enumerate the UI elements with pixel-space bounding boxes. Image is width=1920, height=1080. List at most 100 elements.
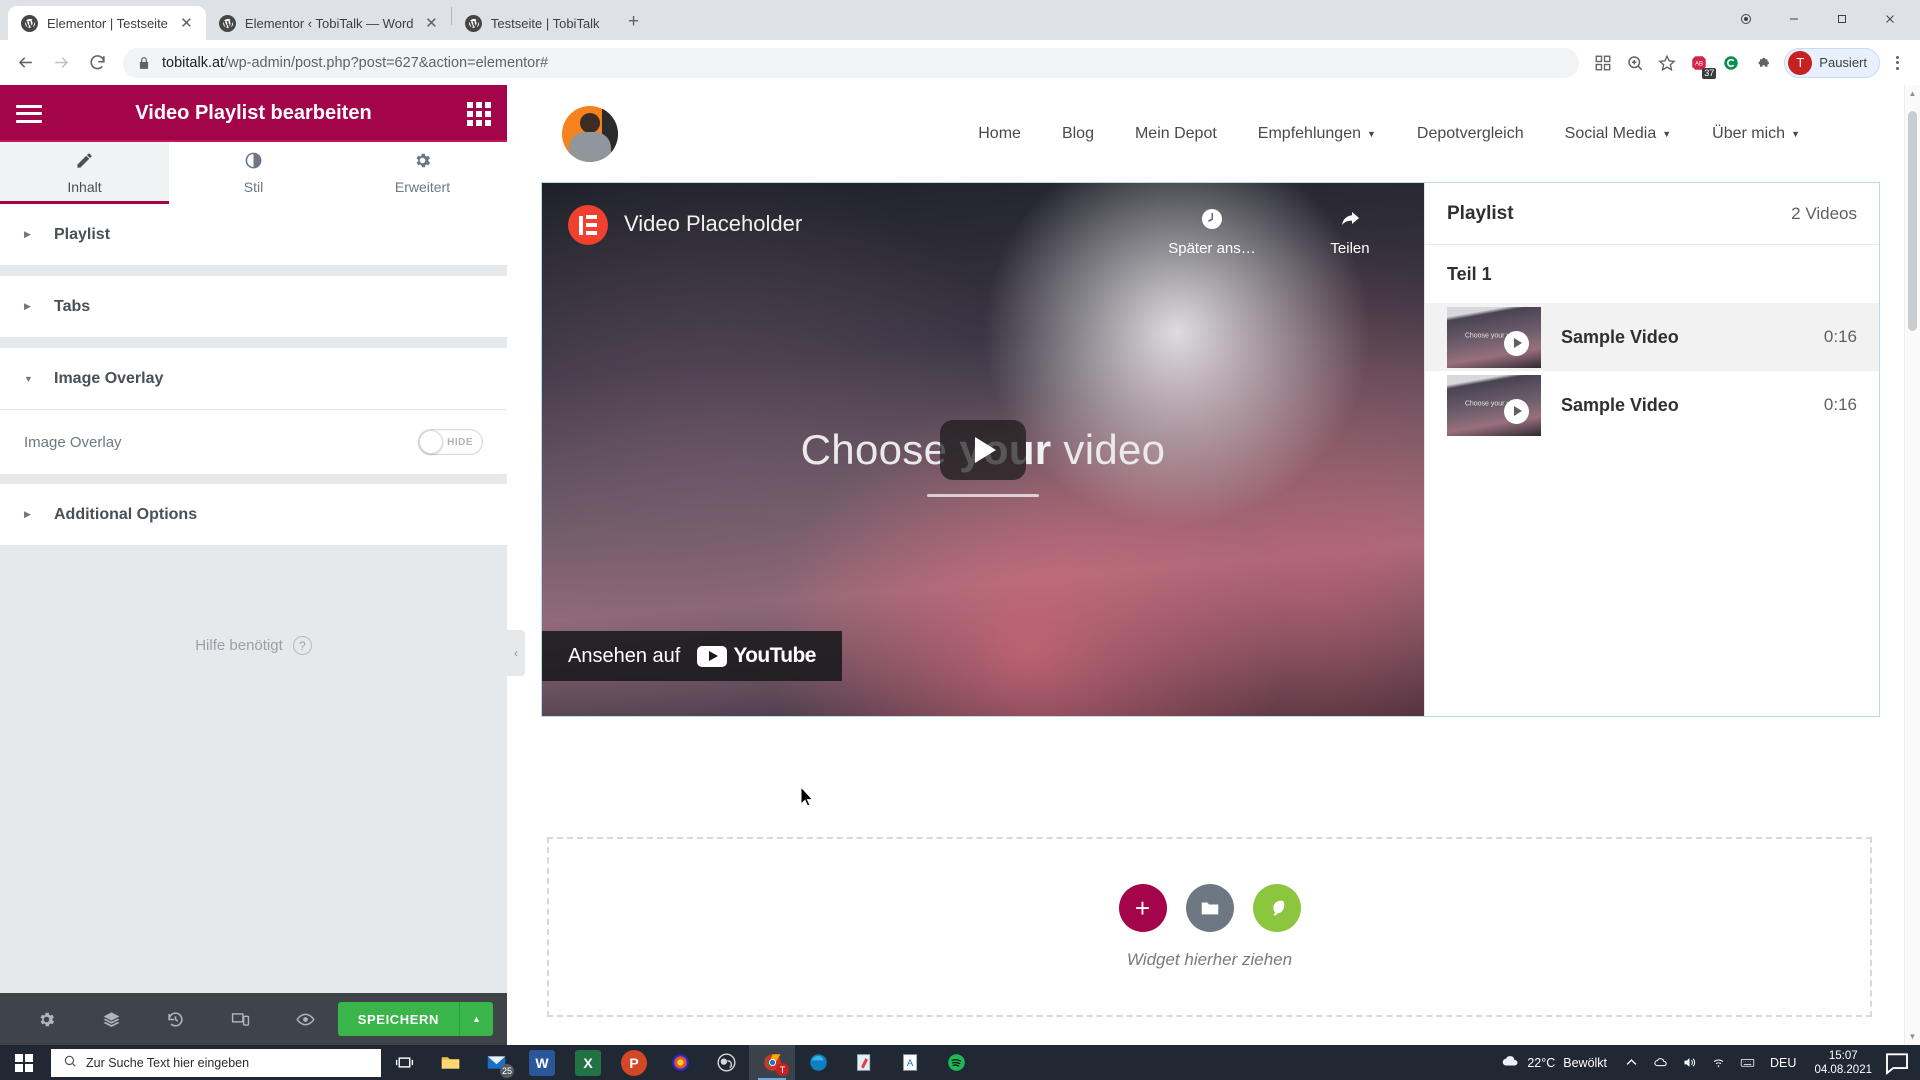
profile-button[interactable]: T Pausiert — [1784, 47, 1880, 78]
address-bar[interactable]: tobitalk.at/wp-admin/post.php?post=627&a… — [123, 47, 1580, 78]
close-window-button[interactable] — [1868, 4, 1912, 34]
taskbar-clock[interactable]: 15:07 04.08.2021 — [1804, 1049, 1882, 1077]
hamburger-menu-icon[interactable] — [16, 104, 42, 123]
onedrive-icon[interactable] — [1646, 1045, 1675, 1080]
video-player[interactable]: Video Placeholder Später ans… Teilen Cho… — [542, 183, 1424, 716]
powerpoint-icon[interactable]: P — [611, 1045, 657, 1080]
chrome-icon[interactable]: T — [749, 1045, 795, 1080]
save-button[interactable]: SPEICHERN — [337, 1002, 459, 1036]
nav-item-home[interactable]: Home — [978, 125, 1021, 143]
playlist-item[interactable]: Choose your video Sample Video 0:16 — [1425, 371, 1879, 439]
watch-on-label: Ansehen auf — [568, 644, 681, 667]
nav-item-mein-depot[interactable]: Mein Depot — [1135, 125, 1217, 143]
chevron-up-icon[interactable] — [1617, 1045, 1646, 1080]
watch-later-button[interactable]: Später ans… — [1164, 207, 1260, 257]
add-section-button[interactable]: + — [1118, 884, 1167, 932]
mouse-cursor — [801, 787, 814, 807]
search-input[interactable]: Zur Suche Text hier eingeben — [51, 1048, 381, 1077]
watch-on-youtube-button[interactable]: Ansehen auf YouTube — [542, 631, 842, 681]
nav-label: Social Media — [1564, 124, 1657, 142]
zoom-search-icon[interactable] — [1620, 48, 1650, 78]
panel-collapse-handle[interactable]: ‹ — [507, 630, 525, 676]
settings-dot-icon[interactable] — [1724, 4, 1768, 34]
play-button-overlay-icon[interactable] — [940, 419, 1026, 480]
tab-inhalt[interactable]: Inhalt — [0, 142, 169, 204]
volume-icon[interactable] — [1675, 1045, 1704, 1080]
keyboard-icon[interactable] — [1733, 1045, 1762, 1080]
page-scrollbar[interactable]: ▲ ▼ — [1904, 85, 1920, 1045]
scroll-up-arrow-icon[interactable]: ▲ — [1905, 89, 1920, 98]
site-logo-avatar[interactable] — [562, 105, 618, 162]
qr-code-icon[interactable] — [1588, 48, 1618, 78]
edge-icon[interactable] — [795, 1045, 841, 1080]
share-button[interactable]: Teilen — [1302, 207, 1398, 257]
new-tab-button[interactable]: + — [619, 7, 649, 37]
browser-tab-title: Elementor ‹ TobiTalk — WordPre — [244, 15, 413, 31]
scrollbar-thumb[interactable] — [1908, 111, 1917, 331]
task-view-icon[interactable] — [381, 1045, 427, 1080]
cloud-icon — [1501, 1052, 1519, 1073]
save-options-caret-icon[interactable]: ▲ — [459, 1002, 493, 1036]
nav-item-ueber-mich[interactable]: Über mich ▼ — [1712, 125, 1800, 143]
excel-icon[interactable]: X — [565, 1045, 611, 1080]
back-button[interactable] — [8, 46, 42, 80]
close-icon[interactable]: ✕ — [177, 14, 196, 33]
section-additional-options[interactable]: ▶ Additional Options — [0, 484, 507, 546]
play-icon — [1504, 398, 1529, 424]
site-preview: Home Blog Mein Depot Empfehlungen ▼ Depot… — [507, 85, 1920, 1045]
maximize-button[interactable] — [1820, 4, 1864, 34]
settings-gear-icon[interactable] — [14, 993, 79, 1045]
widget-dropzone[interactable]: + Widget hierher ziehen — [547, 837, 1872, 1017]
scroll-down-arrow-icon[interactable]: ▼ — [1905, 1032, 1920, 1041]
minimize-button[interactable] — [1772, 4, 1816, 34]
notepad-icon[interactable]: A — [887, 1045, 933, 1080]
widgets-grid-icon[interactable] — [467, 101, 491, 126]
network-icon[interactable] — [1704, 1045, 1733, 1080]
snipping-tool-icon[interactable] — [841, 1045, 887, 1080]
section-image-overlay[interactable]: ▼ Image Overlay — [0, 348, 507, 410]
section-playlist[interactable]: ▶ Playlist — [0, 204, 507, 266]
navigator-layers-icon[interactable] — [79, 993, 144, 1045]
question-mark-icon[interactable]: ? — [292, 636, 312, 655]
nav-item-blog[interactable]: Blog — [1062, 125, 1094, 143]
video-title: Video Placeholder — [624, 211, 803, 236]
bookmark-star-icon[interactable] — [1652, 48, 1682, 78]
nav-item-empfehlungen[interactable]: Empfehlungen ▼ — [1258, 125, 1376, 143]
file-explorer-icon[interactable] — [427, 1045, 473, 1080]
reload-button[interactable] — [80, 46, 114, 80]
tab-stil[interactable]: Stil — [169, 142, 338, 204]
section-tabs[interactable]: ▶ Tabs — [0, 276, 507, 338]
browser-tab-2[interactable]: Elementor ‹ TobiTalk — WordPre ✕ — [206, 6, 451, 40]
pencil-icon — [75, 151, 94, 173]
browser-tab-3[interactable]: Testseite | TobiTalk — [452, 6, 610, 40]
playlist-count: 2 Videos — [1791, 203, 1857, 223]
envato-kit-button[interactable] — [1252, 884, 1301, 932]
notification-icon[interactable] — [1882, 1045, 1912, 1080]
help-row[interactable]: Hilfe benötigt ? — [0, 636, 507, 655]
word-icon[interactable]: W — [519, 1045, 565, 1080]
nav-item-social-media[interactable]: Social Media ▼ — [1565, 125, 1672, 143]
preview-eye-icon[interactable] — [273, 993, 338, 1045]
chrome-menu-icon[interactable] — [1882, 48, 1912, 78]
image-overlay-toggle[interactable]: HIDE — [418, 429, 483, 455]
add-template-button[interactable] — [1185, 884, 1234, 932]
close-icon[interactable]: ✕ — [422, 14, 441, 33]
tab-erweitert[interactable]: Erweitert — [338, 142, 507, 204]
adblock-icon[interactable]: AB 37 — [1684, 48, 1717, 79]
obs-studio-icon[interactable] — [703, 1045, 749, 1080]
forward-button[interactable] — [44, 46, 78, 80]
url-host: tobitalk.at — [162, 54, 225, 71]
language-indicator[interactable]: DEU — [1762, 1056, 1804, 1070]
firefox-icon[interactable] — [657, 1045, 703, 1080]
responsive-mode-icon[interactable] — [208, 993, 273, 1045]
browser-tab-1[interactable]: Elementor | Testseite ✕ — [8, 6, 206, 40]
windows-start-icon[interactable] — [0, 1045, 47, 1080]
extensions-puzzle-icon[interactable] — [1748, 48, 1778, 78]
weather-widget[interactable]: 22°C Bewölkt — [1491, 1052, 1617, 1073]
nav-item-depotvergleich[interactable]: Depotvergleich — [1417, 125, 1524, 143]
mail-icon[interactable]: 25 — [473, 1045, 519, 1080]
spotify-icon[interactable] — [933, 1045, 979, 1080]
cookie-consent-icon[interactable] — [1716, 48, 1746, 78]
playlist-item[interactable]: Choose your video Sample Video 0:16 — [1425, 303, 1879, 371]
history-icon[interactable] — [144, 993, 209, 1045]
